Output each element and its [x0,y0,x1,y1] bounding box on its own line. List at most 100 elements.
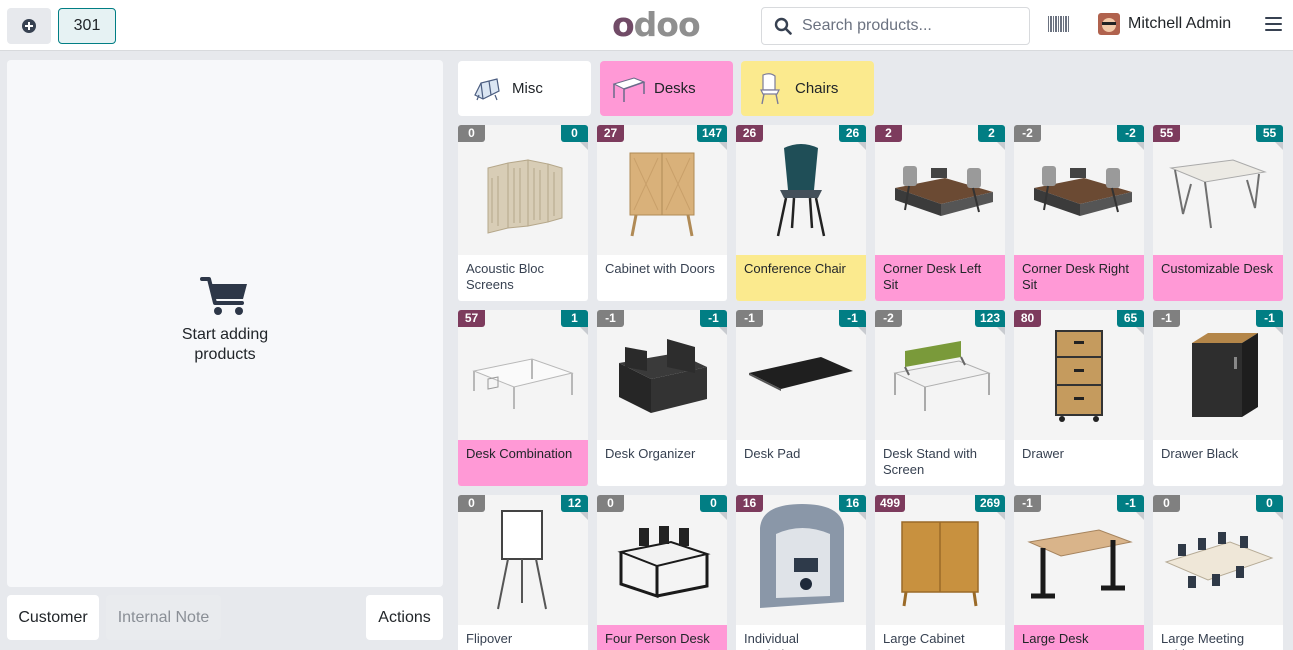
product-card[interactable]: -1 -1 Desk Organizer [597,310,727,486]
empty-cart-state: Start adding products [7,275,443,365]
product-image [1014,495,1144,625]
product-name: Drawer Black [1161,446,1239,461]
product-name: Individual Workplace [744,631,805,650]
product-card[interactable]: -1 -1 Large Desk [1014,495,1144,650]
user-menu[interactable]: Mitchell Admin [1098,13,1231,35]
product-card[interactable]: -1 -1 Desk Pad [736,310,866,486]
chair-category-icon [753,72,787,106]
product-card[interactable]: 0 0 Large Meeting Table [1153,495,1283,650]
product-card[interactable]: -2 123 Desk Stand with Screen [875,310,1005,486]
cabinet-icon [622,138,702,243]
available-qty-badge: -1 [839,310,866,335]
large-desk-icon [1019,508,1139,613]
stock-qty-badge: 0 [458,495,485,512]
available-qty-badge: 2 [978,125,1005,150]
misc-category-icon [470,72,504,106]
product-card[interactable]: -2 -2 Corner Desk Right Sit [1014,125,1144,301]
top-bar: 301 odoo Mitchell Admin [0,0,1293,51]
avatar [1098,13,1120,35]
product-name: Flipover [466,631,513,646]
available-qty-badge: 0 [1256,495,1283,520]
product-card[interactable]: -1 -1 Drawer Black [1153,310,1283,486]
product-name: Desk Pad [744,446,801,461]
product-name: Large Desk [1014,625,1144,650]
stock-qty-badge: 26 [736,125,763,142]
product-card[interactable]: 16 16 Individual Workplace [736,495,866,650]
user-name: Mitchell Admin [1128,15,1232,32]
available-qty-badge: 55 [1256,125,1283,150]
category-label: Misc [512,80,543,97]
stock-qty-badge: 499 [875,495,906,512]
table-icon [1163,138,1273,243]
organizer-icon [607,323,717,428]
category-chairs[interactable]: Chairs [741,61,874,116]
order-panel: Start adding products [7,60,443,587]
category-desks[interactable]: Desks [600,61,733,116]
stock-qty-badge: 0 [1153,495,1180,512]
customer-button[interactable]: Customer [7,595,99,640]
product-card[interactable]: 57 1 Desk Combination [458,310,588,486]
stock-qty-badge: -2 [875,310,902,327]
category-label: Desks [654,80,696,97]
product-card[interactable]: 55 55 Customizable Desk [1153,125,1283,301]
cart-icon [200,277,247,315]
product-card[interactable]: 27 147 Cabinet with Doors [597,125,727,301]
stock-qty-badge: -1 [736,310,763,327]
stock-qty-badge: 2 [875,125,902,142]
product-image [1153,495,1283,625]
available-qty-badge: -1 [1117,495,1144,520]
drawer-black-icon [1178,323,1258,428]
product-image [736,125,866,255]
product-search-box[interactable] [761,7,1030,45]
product-image [1014,125,1144,255]
stock-qty-badge: -1 [1014,495,1041,512]
desk-combo-icon [468,323,578,428]
product-card[interactable]: 80 65 Drawer [1014,310,1144,486]
search-input[interactable] [802,17,1022,35]
plus-circle-icon [22,19,36,33]
drawer-icon [1044,323,1114,428]
product-name: Large Cabinet [883,631,965,646]
internal-note-button[interactable]: Internal Note [106,595,221,640]
barcode-icon[interactable] [1048,16,1070,32]
product-card[interactable]: 26 26 Conference Chair [736,125,866,301]
empty-cart-message: Start adding products [181,326,269,363]
product-name: Four Person Desk [597,625,727,650]
product-image [597,495,727,625]
table-number-button[interactable]: 301 [58,8,116,44]
available-qty-badge: 0 [700,495,727,520]
available-qty-badge: -1 [700,310,727,335]
product-name: Conference Chair [736,255,866,301]
actions-button[interactable]: Actions [366,595,443,640]
product-card[interactable]: 0 12 Flipover [458,495,588,650]
product-card[interactable]: 0 0 Four Person Desk [597,495,727,650]
product-name: Corner Desk Right Sit [1014,255,1144,301]
available-qty-badge: 269 [974,495,1005,520]
four-desk-icon [607,508,717,613]
product-card[interactable]: 0 0 Acoustic Bloc Screens [458,125,588,301]
category-label: Chairs [795,80,839,97]
product-image [875,495,1005,625]
odoo-logo: odoo [612,5,701,44]
desk-set-icon [1014,138,1144,243]
product-name: Desk Combination [458,440,588,486]
large-cabinet-icon [890,508,990,613]
pad-icon [741,343,861,408]
flipover-icon [488,503,558,618]
stock-qty-badge: 27 [597,125,624,142]
product-image [736,495,866,625]
new-order-button[interactable] [7,8,51,44]
menu-icon[interactable] [1265,17,1282,31]
stock-qty-badge: -1 [597,310,624,327]
product-image [597,125,727,255]
stock-qty-badge: -1 [1153,310,1180,327]
available-qty-badge: 12 [561,495,588,520]
product-card[interactable]: 2 2 Corner Desk Left Sit [875,125,1005,301]
category-misc[interactable]: Misc [458,61,591,116]
available-qty-badge: 26 [839,125,866,150]
available-qty-badge: -2 [1117,125,1144,150]
product-name: Corner Desk Left Sit [875,255,1005,301]
stock-qty-badge: 0 [597,495,624,512]
product-card[interactable]: 499 269 Large Cabinet [875,495,1005,650]
product-image [1153,125,1283,255]
